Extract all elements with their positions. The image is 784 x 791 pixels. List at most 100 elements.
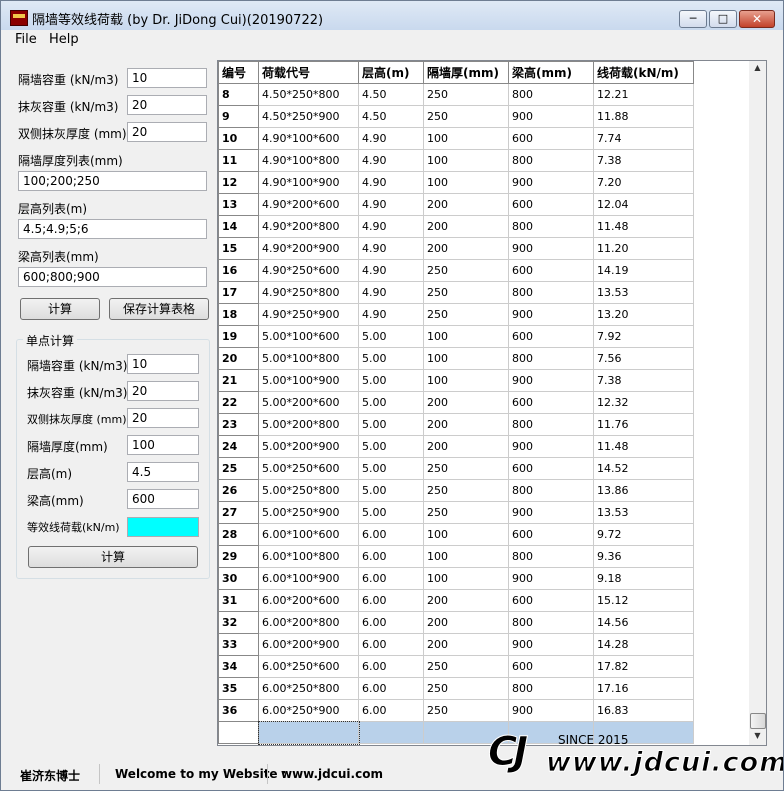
table-cell[interactable]: 4.90 [358, 259, 424, 282]
grid-vertical-scrollbar[interactable]: ▲ ▼ [749, 60, 767, 746]
table-cell[interactable]: 6.00*200*600 [258, 589, 359, 612]
table-cell[interactable]: 5.00 [358, 391, 424, 414]
table-row[interactable]: 16 4.90*250*600 4.90 250 600 14.19 [218, 259, 694, 282]
table-cell[interactable]: 900 [508, 633, 594, 656]
table-cell[interactable]: 36 [218, 699, 259, 722]
table-cell[interactable]: 900 [508, 567, 594, 590]
table-cell[interactable]: 5.00 [358, 369, 424, 392]
table-row[interactable]: 35 6.00*250*800 6.00 250 800 17.16 [218, 677, 694, 700]
table-cell[interactable]: 12 [218, 171, 259, 194]
batch-plaster-density-input[interactable]: 20 [127, 95, 207, 115]
table-cell[interactable]: 4.90 [358, 237, 424, 260]
table-cell[interactable]: 4.50 [358, 83, 424, 106]
table-cell[interactable]: 14.19 [593, 259, 694, 282]
table-cell[interactable]: 16.83 [593, 699, 694, 722]
table-cell[interactable]: 16 [218, 259, 259, 282]
table-cell[interactable]: 6.00*100*600 [258, 523, 359, 546]
table-cell[interactable]: 100 [423, 149, 509, 172]
table-cell[interactable]: 13 [218, 193, 259, 216]
table-cell[interactable]: 100 [423, 171, 509, 194]
table-cell[interactable]: 4.90*200*600 [258, 193, 359, 216]
table-row[interactable]: 18 4.90*250*900 4.90 250 900 13.20 [218, 303, 694, 326]
table-cell[interactable]: 7.20 [593, 171, 694, 194]
story-height-list-input[interactable]: 4.5;4.9;5;6 [18, 219, 207, 239]
table-cell[interactable]: 11 [218, 149, 259, 172]
table-cell[interactable]: 12.32 [593, 391, 694, 414]
table-cell[interactable]: 34 [218, 655, 259, 678]
table-cell[interactable]: 100 [423, 545, 509, 568]
table-cell[interactable]: 250 [423, 501, 509, 524]
table-cell[interactable]: 100 [423, 127, 509, 150]
table-cell[interactable]: 11.88 [593, 105, 694, 128]
table-cell[interactable]: 800 [508, 413, 594, 436]
column-header[interactable]: 编号 [218, 61, 259, 84]
table-cell[interactable]: 13.53 [593, 281, 694, 304]
batch-wall-density-input[interactable]: 10 [127, 68, 207, 88]
table-cell[interactable]: 10 [218, 127, 259, 150]
table-cell[interactable]: 100 [423, 369, 509, 392]
batch-calc-button[interactable]: 计算 [20, 298, 100, 320]
table-cell[interactable]: 600 [508, 259, 594, 282]
table-cell[interactable]: 6.00 [358, 611, 424, 634]
table-cell[interactable]: 4.90 [358, 215, 424, 238]
table-cell[interactable]: 800 [508, 215, 594, 238]
status-url[interactable]: www.jdcui.com [281, 767, 383, 781]
table-cell[interactable]: 14.28 [593, 633, 694, 656]
table-cell[interactable]: 9.72 [593, 523, 694, 546]
single-story-height-input[interactable]: 4.5 [127, 462, 199, 482]
table-row[interactable]: 27 5.00*250*900 5.00 250 900 13.53 [218, 501, 694, 524]
table-cell[interactable]: 17.16 [593, 677, 694, 700]
table-cell[interactable]: 4.90*200*900 [258, 237, 359, 260]
table-cell[interactable]: 14.56 [593, 611, 694, 634]
table-cell[interactable]: 800 [508, 677, 594, 700]
table-cell[interactable]: 13.86 [593, 479, 694, 502]
table-cell[interactable]: 200 [423, 391, 509, 414]
table-cell[interactable]: 4.90 [358, 281, 424, 304]
table-cell[interactable]: 15 [218, 237, 259, 260]
table-cell[interactable]: 250 [423, 303, 509, 326]
scrollbar-thumb[interactable] [750, 713, 766, 729]
table-cell[interactable]: 800 [508, 83, 594, 106]
table-cell[interactable]: 7.56 [593, 347, 694, 370]
table-cell[interactable]: 4.50 [358, 105, 424, 128]
table-cell[interactable] [218, 721, 259, 744]
table-cell[interactable]: 15.12 [593, 589, 694, 612]
table-cell[interactable]: 5.00*100*800 [258, 347, 359, 370]
table-cell[interactable]: 5.00*250*800 [258, 479, 359, 502]
table-cell[interactable]: 4.90 [358, 127, 424, 150]
table-cell[interactable]: 7.38 [593, 369, 694, 392]
table-cell[interactable]: 900 [508, 435, 594, 458]
table-cell[interactable]: 4.90*100*800 [258, 149, 359, 172]
table-cell[interactable]: 22 [218, 391, 259, 414]
column-header[interactable]: 隔墙厚(mm) [423, 61, 509, 84]
table-cell[interactable]: 4.90*100*900 [258, 171, 359, 194]
maximize-button[interactable]: □ [709, 10, 737, 28]
table-cell[interactable]: 800 [508, 281, 594, 304]
table-row[interactable]: 32 6.00*200*800 6.00 200 800 14.56 [218, 611, 694, 634]
table-cell[interactable]: 24 [218, 435, 259, 458]
single-plaster-density-input[interactable]: 20 [127, 381, 199, 401]
table-cell[interactable]: 200 [423, 193, 509, 216]
table-cell[interactable]: 600 [508, 523, 594, 546]
table-cell[interactable]: 250 [423, 457, 509, 480]
table-cell[interactable]: 600 [508, 655, 594, 678]
wall-thickness-list-input[interactable]: 100;200;250 [18, 171, 207, 191]
minimize-button[interactable]: ─ [679, 10, 707, 28]
table-cell[interactable]: 19 [218, 325, 259, 348]
table-cell[interactable]: 5.00 [358, 479, 424, 502]
table-cell[interactable]: 900 [508, 501, 594, 524]
table-cell[interactable]: 6.00 [358, 699, 424, 722]
table-row[interactable]: 13 4.90*200*600 4.90 200 600 12.04 [218, 193, 694, 216]
table-cell[interactable]: 4.90 [358, 171, 424, 194]
table-cell[interactable]: 250 [423, 105, 509, 128]
table-cell[interactable]: 12.04 [593, 193, 694, 216]
table-cell[interactable]: 800 [508, 611, 594, 634]
table-cell[interactable]: 250 [423, 699, 509, 722]
table-cell[interactable]: 900 [508, 105, 594, 128]
column-header[interactable]: 荷载代号 [258, 61, 359, 84]
table-cell[interactable]: 200 [423, 215, 509, 238]
table-cell[interactable]: 4.90 [358, 193, 424, 216]
table-cell[interactable]: 250 [423, 281, 509, 304]
table-cell[interactable]: 9.36 [593, 545, 694, 568]
table-row[interactable]: 10 4.90*100*600 4.90 100 600 7.74 [218, 127, 694, 150]
